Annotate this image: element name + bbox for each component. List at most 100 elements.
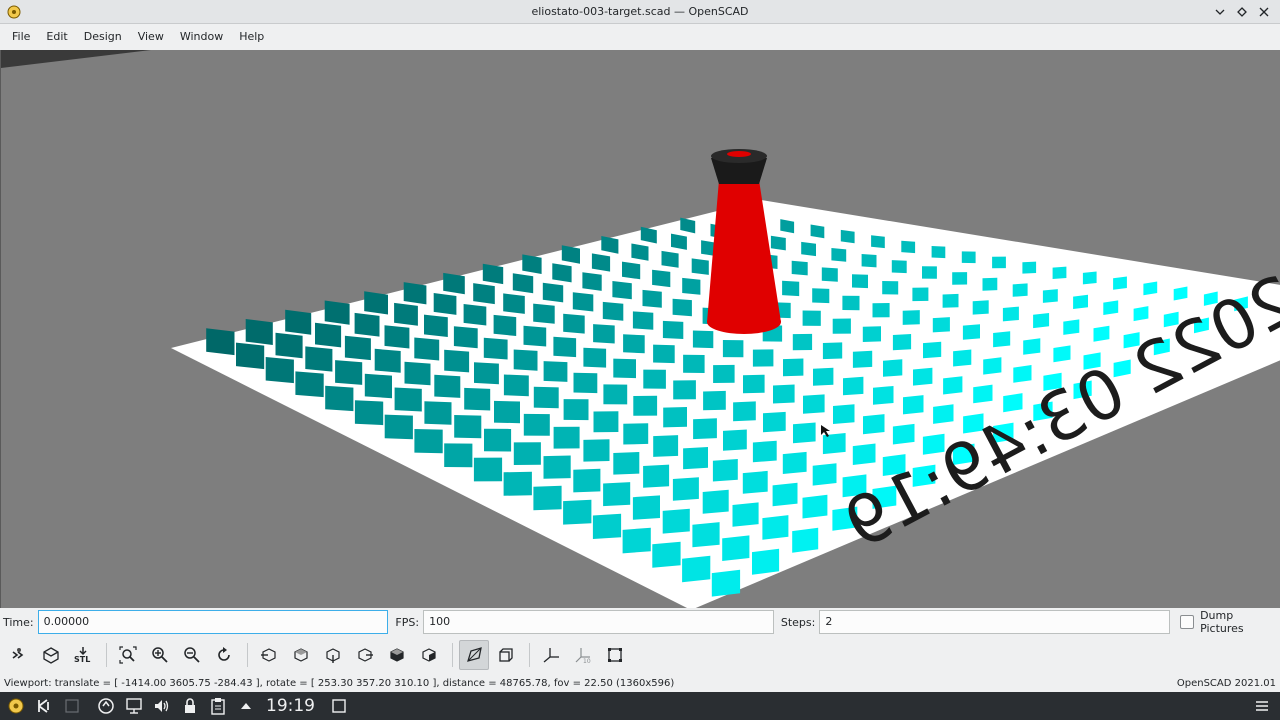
volume-icon[interactable] [150,694,174,718]
heliostat-panel [902,310,920,325]
render-icon[interactable] [36,640,66,670]
heliostat-panel [773,384,795,404]
menu-design[interactable]: Design [76,24,130,50]
view-front-icon[interactable] [382,640,412,670]
heliostat-panel [453,326,478,349]
menu-view[interactable]: View [130,24,172,50]
heliostat-panel [1093,325,1110,342]
minimize-icon[interactable] [1210,2,1230,22]
view-right-icon[interactable] [254,640,284,670]
time-input[interactable]: 0.00000 [37,610,389,634]
show-axes-icon[interactable] [536,640,566,670]
heliostat-panel [862,326,881,342]
heliostat-panel [822,433,846,455]
menu-file[interactable]: File [4,24,38,50]
heliostat-panel [315,322,342,348]
perspective-icon[interactable] [459,640,489,670]
heliostat-panel [1133,306,1149,322]
preview-icon[interactable] [4,640,34,670]
status-bar: Viewport: translate = [ -1414.00 3605.75… [0,674,1280,692]
view-left-icon[interactable] [350,640,380,670]
show-desktop-icon[interactable] [327,694,351,718]
dump-pictures-checkbox[interactable] [1180,615,1195,629]
scene-canvas[interactable]: 19.02.07.2022 03:49:19 [1,50,1280,608]
heliostat-panel [603,384,628,405]
orthogonal-icon[interactable] [491,640,521,670]
heliostat-panel [513,349,538,371]
show-scale-icon[interactable]: 10 [568,640,598,670]
heliostat-panel [962,324,980,340]
heliostat-panel [812,288,830,304]
lock-icon[interactable] [178,694,202,718]
chevron-up-icon[interactable] [234,694,258,718]
openscad-window: eliostato-003-target.scad — OpenSCAD Fil… [0,0,1280,692]
menu-help[interactable]: Help [231,24,272,50]
network-icon[interactable] [122,694,146,718]
menu-hamburger-icon[interactable] [1250,694,1274,718]
tower-target [727,151,751,157]
update-icon[interactable] [94,694,118,718]
maximize-icon[interactable] [1232,2,1252,22]
zoom-out-icon[interactable] [177,640,207,670]
heliostat-panel [631,243,649,261]
heliostat-panel [325,385,354,412]
heliostat-panel [973,384,993,404]
heliostat-panel [1042,289,1058,303]
heliostat-panel [632,495,660,520]
heliostat-panel [424,314,448,337]
clock[interactable]: 19:19 [266,696,315,716]
steps-input[interactable]: 2 [819,610,1171,634]
heliostat-panel [622,261,641,280]
title-bar[interactable]: eliostato-003-target.scad — OpenSCAD [0,0,1280,24]
heliostat-panel [733,401,756,422]
heliostat-panel [583,439,610,462]
heliostat-panel [354,400,384,426]
kde-launcher-icon[interactable] [32,694,56,718]
heliostat-panel [563,313,585,334]
reset-view-icon[interactable] [209,640,239,670]
heliostat-panel [503,293,525,314]
view-toolbar: STL 10 [0,637,1280,673]
view-bottom-icon[interactable] [318,640,348,670]
heliostat-panel [692,330,714,349]
viewport-status: Viewport: translate = [ -1414.00 3605.75… [4,677,675,689]
view-top-icon[interactable] [286,640,316,670]
view-all-icon[interactable] [113,640,143,670]
heliostat-panel [873,386,894,405]
heliostat-panel [563,399,589,421]
show-edges-icon[interactable] [600,640,630,670]
desktop-pager-icon[interactable] [60,694,84,718]
heliostat-panel [494,400,520,424]
clipboard-icon[interactable] [206,694,230,718]
heliostat-panel [872,303,890,318]
taskbar: 19:19 [0,692,1280,720]
heliostat-panel [931,246,946,259]
heliostat-panel [206,328,235,356]
heliostat-panel [892,423,915,445]
heliostat-panel [742,470,768,494]
menu-window[interactable]: Window [172,24,231,50]
heliostat-panel [722,535,750,561]
heliostat-panel [752,349,774,367]
fps-input[interactable]: 100 [423,610,774,634]
heliostat-panel [871,235,885,249]
heliostat-panel [324,300,350,325]
openscad-task-icon[interactable] [4,694,28,718]
heliostat-panel [782,451,807,474]
close-icon[interactable] [1254,2,1274,22]
heliostat-panel [1063,319,1080,335]
heliostat-panel [912,287,929,302]
view-back-icon[interactable] [414,640,444,670]
heliostat-panel [1113,276,1127,290]
3d-viewport[interactable]: 19.02.07.2022 03:49:19 [0,50,1280,608]
heliostat-panel [933,404,954,424]
heliostat-panel [464,387,491,411]
heliostat-panel [892,334,912,351]
menu-edit[interactable]: Edit [38,24,75,50]
zoom-in-icon[interactable] [145,640,175,670]
heliostat-panel [295,371,324,398]
heliostat-panel [563,499,592,525]
export-stl-icon[interactable]: STL [68,640,98,670]
heliostat-panel [1013,365,1032,383]
toolbar-separator [529,643,530,667]
